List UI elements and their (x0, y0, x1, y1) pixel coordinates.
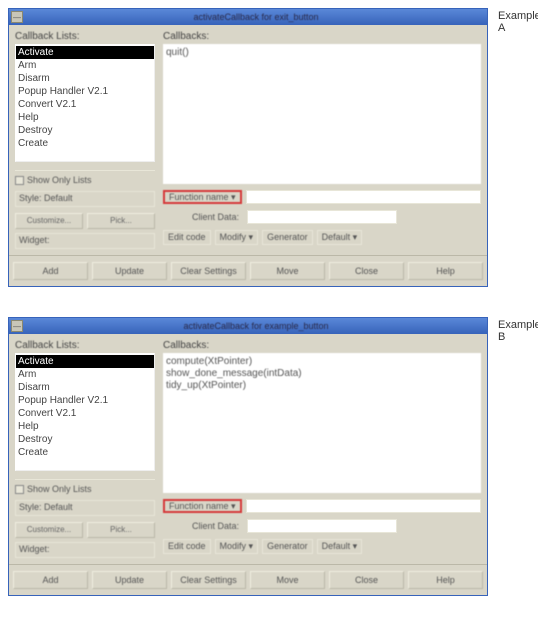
widget-field[interactable]: Widget: (15, 542, 155, 558)
list-item[interactable]: Disarm (16, 381, 154, 394)
client-data-label: Client Data: (163, 521, 243, 531)
window-menu-icon[interactable]: — (11, 320, 23, 332)
list-item[interactable]: Popup Handler V2.1 (16, 85, 154, 98)
callback-line[interactable]: show_done_message(intData) (166, 368, 478, 380)
default-button[interactable]: Default ▾ (317, 539, 363, 554)
list-item[interactable]: Arm (16, 59, 154, 72)
style-dropdown[interactable]: Style: Default (15, 500, 155, 516)
add-button[interactable]: Add (13, 571, 88, 589)
client-data-input[interactable] (247, 519, 397, 533)
generator-button[interactable]: Generator (262, 230, 313, 245)
client-data-label: Client Data: (163, 212, 243, 222)
callback-line[interactable]: compute(XtPointer) (166, 356, 478, 368)
function-name-input[interactable] (246, 190, 481, 204)
function-name-dropdown[interactable]: Function name ▾ (163, 190, 242, 204)
callback-lists-listbox[interactable]: Activate Arm Disarm Popup Handler V2.1 C… (15, 353, 155, 471)
customize-button[interactable]: Customize... (15, 522, 83, 538)
list-item[interactable]: Help (16, 111, 154, 124)
callback-line[interactable]: quit() (166, 47, 478, 59)
add-button[interactable]: Add (13, 262, 88, 280)
list-item[interactable]: Disarm (16, 72, 154, 85)
function-name-dropdown[interactable]: Function name ▾ (163, 499, 242, 513)
list-item[interactable]: Arm (16, 368, 154, 381)
editcode-button[interactable]: Edit code (163, 539, 211, 554)
window-menu-icon[interactable]: — (11, 11, 23, 23)
callbacks-listbox[interactable]: quit() (163, 44, 481, 184)
client-data-input[interactable] (247, 210, 397, 224)
titlebar[interactable]: — activateCallback for exit_button (9, 9, 487, 25)
generator-button[interactable]: Generator (262, 539, 313, 554)
update-button[interactable]: Update (92, 262, 167, 280)
bottom-bar: Add Update Clear Settings Move Close Hel… (9, 564, 487, 595)
move-button[interactable]: Move (250, 571, 325, 589)
function-name-input[interactable] (246, 499, 481, 513)
pick-button[interactable]: Pick... (87, 213, 155, 229)
update-button[interactable]: Update (92, 571, 167, 589)
window-title: activateCallback for example_button (27, 321, 485, 331)
modify-button[interactable]: Modify ▾ (215, 539, 259, 554)
help-button[interactable]: Help (408, 571, 483, 589)
callbacks-label: Callbacks: (163, 340, 481, 351)
move-button[interactable]: Move (250, 262, 325, 280)
list-item[interactable]: Activate (16, 46, 154, 59)
dialog-a: — activateCallback for exit_button Callb… (8, 8, 488, 287)
showonly-checkbox[interactable] (15, 485, 24, 494)
showonly-checkbox[interactable] (15, 176, 24, 185)
close-button[interactable]: Close (329, 262, 404, 280)
bottom-bar: Add Update Clear Settings Move Close Hel… (9, 255, 487, 286)
list-item[interactable]: Create (16, 137, 154, 150)
style-dropdown[interactable]: Style: Default (15, 191, 155, 207)
list-item[interactable]: Popup Handler V2.1 (16, 394, 154, 407)
list-item[interactable]: Convert V2.1 (16, 407, 154, 420)
customize-button[interactable]: Customize... (15, 213, 83, 229)
example-b-label: Example B (498, 319, 538, 343)
modify-button[interactable]: Modify ▾ (215, 230, 259, 245)
list-item[interactable]: Destroy (16, 124, 154, 137)
editcode-button[interactable]: Edit code (163, 230, 211, 245)
list-item[interactable]: Activate (16, 355, 154, 368)
list-item[interactable]: Convert V2.1 (16, 98, 154, 111)
help-button[interactable]: Help (408, 262, 483, 280)
showonly-label: Show Only Lists (27, 484, 92, 494)
default-button[interactable]: Default ▾ (317, 230, 363, 245)
callback-lists-label: Callback Lists: (15, 340, 155, 351)
list-item[interactable]: Destroy (16, 433, 154, 446)
list-item[interactable]: Create (16, 446, 154, 459)
example-a-label: Example A (498, 10, 538, 34)
callbacks-listbox[interactable]: compute(XtPointer) show_done_message(int… (163, 353, 481, 493)
callback-line[interactable]: tidy_up(XtPointer) (166, 380, 478, 392)
clear-settings-button[interactable]: Clear Settings (171, 571, 246, 589)
callback-lists-listbox[interactable]: Activate Arm Disarm Popup Handler V2.1 C… (15, 44, 155, 162)
titlebar[interactable]: — activateCallback for example_button (9, 318, 487, 334)
clear-settings-button[interactable]: Clear Settings (171, 262, 246, 280)
callbacks-label: Callbacks: (163, 31, 481, 42)
close-button[interactable]: Close (329, 571, 404, 589)
widget-field[interactable]: Widget: (15, 233, 155, 249)
callback-lists-label: Callback Lists: (15, 31, 155, 42)
showonly-label: Show Only Lists (27, 175, 92, 185)
list-item[interactable]: Help (16, 420, 154, 433)
window-title: activateCallback for exit_button (27, 12, 485, 22)
dialog-b: — activateCallback for example_button Ca… (8, 317, 488, 596)
pick-button[interactable]: Pick... (87, 522, 155, 538)
